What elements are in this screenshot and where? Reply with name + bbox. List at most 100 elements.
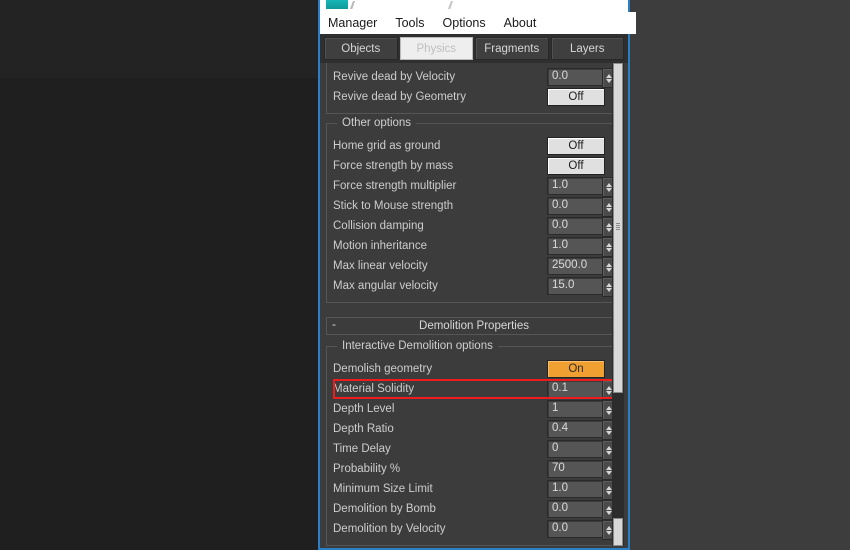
spinner-demolition-by-bomb[interactable]: 0.0 xyxy=(547,500,615,520)
menu-options[interactable]: Options xyxy=(443,16,486,30)
spinner-up-icon[interactable] xyxy=(605,465,612,470)
control-max-angular-velocity: 15.0 xyxy=(547,277,615,297)
toggle-demolish-geometry[interactable]: On xyxy=(547,360,605,378)
spinner-up-icon[interactable] xyxy=(605,525,612,530)
toggle-force-strength-by-mass[interactable]: Off xyxy=(547,157,605,175)
control-max-linear-velocity: 2500.0 xyxy=(547,257,615,277)
spinner-down-icon[interactable] xyxy=(605,267,612,272)
viewport-background[interactable] xyxy=(0,0,320,550)
control-time-delay: 0 xyxy=(547,440,615,460)
spinner-up-icon[interactable] xyxy=(605,282,612,287)
spinner-down-icon[interactable] xyxy=(605,227,612,232)
rayfire-logo-mark2-icon xyxy=(448,1,453,9)
rayfire-scrollbar[interactable] xyxy=(612,63,624,546)
menu-about[interactable]: About xyxy=(504,16,537,30)
tab-physics[interactable]: Physics xyxy=(399,37,473,60)
control-home-grid-as-ground: Off xyxy=(547,137,615,155)
row-minimum-size-limit: Minimum Size Limit 1.0 xyxy=(333,479,615,500)
tab-layers[interactable]: Layers xyxy=(550,37,624,60)
spinner-down-icon[interactable] xyxy=(605,247,612,252)
label-demolition-by-velocity: Demolition by Velocity xyxy=(333,523,446,535)
control-revive-dead-by-geometry: Off xyxy=(547,88,615,106)
toggle-revive-dead-by-geometry[interactable]: Off xyxy=(547,88,605,106)
spinner-up-icon[interactable] xyxy=(605,262,612,267)
spinner-probability-percent[interactable]: 70 xyxy=(547,460,615,480)
spinner-material-solidity[interactable]: 0.1 xyxy=(547,380,615,400)
label-max-linear-velocity: Max linear velocity xyxy=(333,260,428,272)
spinner-up-icon[interactable] xyxy=(605,485,612,490)
spinner-down-icon[interactable] xyxy=(605,78,612,83)
rayfire-scrollbar-grip xyxy=(616,223,620,231)
tab-objects[interactable]: Objects xyxy=(324,37,398,60)
spinner-down-icon[interactable] xyxy=(605,187,612,192)
spinner-down-icon[interactable] xyxy=(605,450,612,455)
viewport-top-band xyxy=(0,0,320,78)
spinner-stick-to-mouse-strength[interactable]: 0.0 xyxy=(547,197,615,217)
row-depth-ratio: Depth Ratio 0.4 xyxy=(333,419,615,440)
spinner-up-icon[interactable] xyxy=(605,385,612,390)
control-depth-level: 1 xyxy=(547,400,615,420)
row-max-angular-velocity: Max angular velocity 15.0 xyxy=(333,276,615,297)
spinner-depth-ratio[interactable]: 0.4 xyxy=(547,420,615,440)
row-probability-percent: Probability % 70 xyxy=(333,459,615,480)
spinner-up-icon[interactable] xyxy=(605,222,612,227)
label-time-delay: Time Delay xyxy=(333,443,391,455)
label-demolition-by-bomb: Demolition by Bomb xyxy=(333,503,436,515)
spinner-down-icon[interactable] xyxy=(605,287,612,292)
spinner-max-angular-velocity[interactable]: 15.0 xyxy=(547,277,615,297)
spinner-demolition-by-velocity[interactable]: 0.0 xyxy=(547,520,615,540)
spinner-up-icon[interactable] xyxy=(605,505,612,510)
spinner-value: 0 xyxy=(552,442,559,454)
spinner-down-icon[interactable] xyxy=(605,510,612,515)
toggle-home-grid-as-ground[interactable]: Off xyxy=(547,137,605,155)
control-probability-percent: 70 xyxy=(547,460,615,480)
menu-tools[interactable]: Tools xyxy=(395,16,424,30)
control-depth-ratio: 0.4 xyxy=(547,420,615,440)
spinner-depth-level[interactable]: 1 xyxy=(547,400,615,420)
spinner-down-icon[interactable] xyxy=(605,470,612,475)
row-demolish-geometry: Demolish geometry On xyxy=(333,359,615,379)
spinner-up-icon[interactable] xyxy=(605,182,612,187)
spinner-force-strength-multiplier[interactable]: 1.0 xyxy=(547,177,615,197)
spinner-down-icon[interactable] xyxy=(605,410,612,415)
spinner-up-icon[interactable] xyxy=(605,242,612,247)
spinner-down-icon[interactable] xyxy=(605,390,612,395)
spinner-motion-inheritance[interactable]: 1.0 xyxy=(547,237,615,257)
spinner-up-icon[interactable] xyxy=(605,202,612,207)
row-revive-dead-by-geometry: Revive dead by Geometry Off xyxy=(333,87,615,107)
tab-fragments[interactable]: Fragments xyxy=(475,37,549,60)
spinner-minimum-size-limit[interactable]: 1.0 xyxy=(547,480,615,500)
spinner-value: 0.0 xyxy=(552,522,568,534)
label-force-strength-multiplier: Force strength multiplier xyxy=(333,180,457,192)
menu-manager[interactable]: Manager xyxy=(328,16,377,30)
label-motion-inheritance: Motion inheritance xyxy=(333,240,427,252)
spinner-down-icon[interactable] xyxy=(605,207,612,212)
spinner-time-delay[interactable]: 0 xyxy=(547,440,615,460)
rayfire-physics-panel: Revive dead by Velocity 0.0 Revive dead … xyxy=(324,63,624,546)
spinner-up-icon[interactable] xyxy=(605,425,612,430)
spinner-up-icon[interactable] xyxy=(605,405,612,410)
spinner-up-icon[interactable] xyxy=(605,73,612,78)
collapse-icon[interactable]: - xyxy=(332,317,336,331)
group-other-options-label: Other options xyxy=(337,117,417,129)
spinner-value: 1.0 xyxy=(552,179,568,191)
spinner-down-icon[interactable] xyxy=(605,530,612,535)
rollout-demolition-properties-header[interactable]: - Demolition Properties xyxy=(326,317,622,335)
label-force-strength-by-mass: Force strength by mass xyxy=(333,160,454,172)
group-other-options: Other options Home grid as ground Off Fo… xyxy=(326,117,622,303)
row-demolition-by-bomb: Demolition by Bomb 0.0 xyxy=(333,499,615,520)
spinner-collision-damping[interactable]: 0.0 xyxy=(547,217,615,237)
spinner-max-linear-velocity[interactable]: 2500.0 xyxy=(547,257,615,277)
label-depth-ratio: Depth Ratio xyxy=(333,423,394,435)
spinner-down-icon[interactable] xyxy=(605,490,612,495)
control-demolish-geometry: On xyxy=(547,360,615,378)
rayfire-window: Manager Tools Options About Objects Phys… xyxy=(318,0,636,550)
row-motion-inheritance: Motion inheritance 1.0 xyxy=(333,236,615,257)
spinner-value: 2500.0 xyxy=(552,259,588,271)
rayfire-scrollbar-thumb-lower[interactable] xyxy=(613,518,623,546)
spinner-down-icon[interactable] xyxy=(605,430,612,435)
label-collision-damping: Collision damping xyxy=(333,220,424,232)
spinner-revive-dead-by-velocity[interactable]: 0.0 xyxy=(547,68,615,88)
label-probability-percent: Probability % xyxy=(333,463,401,475)
spinner-up-icon[interactable] xyxy=(605,445,612,450)
